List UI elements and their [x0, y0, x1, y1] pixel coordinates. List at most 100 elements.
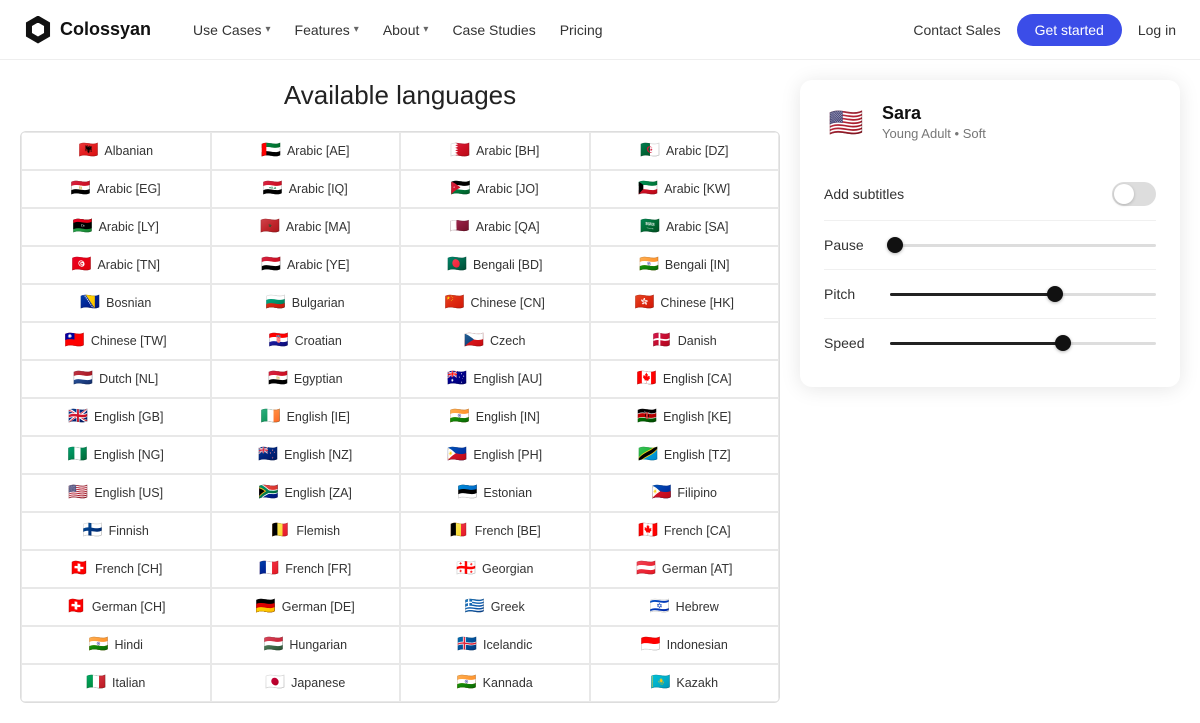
language-item[interactable]: 🇰🇿Kazakh — [590, 664, 780, 702]
nav-features[interactable]: Features ▾ — [285, 16, 369, 44]
language-item[interactable]: 🇮🇳Hindi — [21, 626, 211, 664]
language-item[interactable]: 🇾🇪Arabic [YE] — [211, 246, 401, 284]
language-item[interactable]: 🇵🇭English [PH] — [400, 436, 590, 474]
language-item[interactable]: 🇺🇸English [US] — [21, 474, 211, 512]
nav-right: Contact Sales Get started Log in — [913, 14, 1176, 46]
language-item[interactable]: 🇳🇬English [NG] — [21, 436, 211, 474]
speed-thumb[interactable] — [1055, 335, 1071, 351]
subtitles-row: Add subtitles — [824, 168, 1156, 221]
language-item[interactable]: 🇩🇿Arabic [DZ] — [590, 132, 780, 170]
language-item[interactable]: 🇨🇭German [CH] — [21, 588, 211, 626]
flag-icon: 🇬🇪 — [456, 561, 476, 577]
language-item[interactable]: 🇹🇳Arabic [TN] — [21, 246, 211, 284]
language-item[interactable]: 🇰🇼Arabic [KW] — [590, 170, 780, 208]
pause-thumb[interactable] — [887, 237, 903, 253]
language-label: Arabic [KW] — [664, 182, 730, 196]
language-label: Indonesian — [667, 638, 728, 652]
flag-icon: 🇮🇪 — [261, 409, 281, 425]
flag-icon: 🇪🇪 — [457, 485, 477, 501]
language-item[interactable]: 🇱🇾 Arabic [LY] — [21, 208, 211, 246]
language-item[interactable]: 🇰🇪English [KE] — [590, 398, 780, 436]
logo[interactable]: Colossyan — [24, 16, 151, 44]
language-item[interactable]: 🇬🇪Georgian — [400, 550, 590, 588]
language-item[interactable]: 🇦🇪Arabic [AE] — [211, 132, 401, 170]
language-item[interactable]: 🇨🇳Chinese [CN] — [400, 284, 590, 322]
flag-icon: 🇮🇳 — [89, 637, 109, 653]
language-item[interactable]: 🇮🇪English [IE] — [211, 398, 401, 436]
language-item[interactable]: 🇭🇷Croatian — [211, 322, 401, 360]
pause-slider[interactable] — [890, 244, 1156, 247]
language-item[interactable]: 🇵🇭Filipino — [590, 474, 780, 512]
flag-icon: 🇦🇪 — [261, 143, 281, 159]
language-item[interactable]: 🇮🇸Icelandic — [400, 626, 590, 664]
language-item[interactable]: 🇧🇦Bosnian — [21, 284, 211, 322]
flag-icon: 🇵🇭 — [447, 447, 467, 463]
language-item[interactable]: 🇧🇩Bengali [BD] — [400, 246, 590, 284]
language-label: Bengali [IN] — [665, 258, 730, 272]
language-item[interactable]: 🇧🇭Arabic [BH] — [400, 132, 590, 170]
nav-pricing[interactable]: Pricing — [550, 16, 613, 44]
language-item[interactable]: 🇨🇦English [CA] — [590, 360, 780, 398]
language-label: Arabic [LY] — [99, 220, 159, 234]
voice-card: 🇺🇸 Sara Young Adult • Soft Add subtitles… — [800, 80, 1180, 387]
nav-use-cases[interactable]: Use Cases ▾ — [183, 16, 281, 44]
flag-icon: 🇪🇬 — [268, 371, 288, 387]
contact-sales-link[interactable]: Contact Sales — [913, 22, 1000, 38]
language-label: Arabic [TN] — [97, 258, 160, 272]
language-label: English [KE] — [663, 410, 731, 424]
language-item[interactable]: 🇸🇦Arabic [SA] — [590, 208, 780, 246]
language-item[interactable]: 🇹🇼Chinese [TW] — [21, 322, 211, 360]
nav-about[interactable]: About ▾ — [373, 16, 439, 44]
language-item[interactable]: 🇨🇿Czech — [400, 322, 590, 360]
login-link[interactable]: Log in — [1138, 22, 1176, 38]
flag-icon: 🇨🇭 — [69, 561, 89, 577]
pitch-slider[interactable] — [890, 293, 1156, 296]
language-item[interactable]: 🇮🇹Italian — [21, 664, 211, 702]
language-item[interactable]: 🇧🇪Flemish — [211, 512, 401, 550]
language-item[interactable]: 🇳🇱Dutch [NL] — [21, 360, 211, 398]
subtitles-toggle[interactable] — [1112, 182, 1156, 206]
nav-case-studies[interactable]: Case Studies — [442, 16, 545, 44]
language-item[interactable]: 🇪🇬Arabic [EG] — [21, 170, 211, 208]
language-item[interactable]: 🇮🇶Arabic [IQ] — [211, 170, 401, 208]
language-item[interactable]: 🇫🇷French [FR] — [211, 550, 401, 588]
language-label: Finnish — [109, 524, 149, 538]
language-item[interactable]: 🇭🇺Hungarian — [211, 626, 401, 664]
flag-icon: 🇳🇬 — [68, 447, 88, 463]
language-item[interactable]: 🇭🇰Chinese [HK] — [590, 284, 780, 322]
language-item[interactable]: 🇪🇬Egyptian — [211, 360, 401, 398]
language-item[interactable]: 🇮🇳Bengali [IN] — [590, 246, 780, 284]
language-item[interactable]: 🇦🇱Albanian — [21, 132, 211, 170]
nav-links: Use Cases ▾ Features ▾ About ▾ Case Stud… — [183, 16, 913, 44]
language-item[interactable]: 🇩🇰Danish — [590, 322, 780, 360]
language-item[interactable]: 🇦🇹German [AT] — [590, 550, 780, 588]
language-item[interactable]: 🇧🇪French [BE] — [400, 512, 590, 550]
language-item[interactable]: 🇨🇭French [CH] — [21, 550, 211, 588]
language-item[interactable]: 🇮🇱Hebrew — [590, 588, 780, 626]
speed-slider[interactable] — [890, 342, 1156, 345]
language-item[interactable]: 🇿🇦English [ZA] — [211, 474, 401, 512]
pitch-thumb[interactable] — [1047, 286, 1063, 302]
language-item[interactable]: 🇪🇪Estonian — [400, 474, 590, 512]
language-item[interactable]: 🇯🇴Arabic [JO] — [400, 170, 590, 208]
language-item[interactable]: 🇯🇵Japanese — [211, 664, 401, 702]
language-item[interactable]: 🇮🇳English [IN] — [400, 398, 590, 436]
language-item[interactable]: 🇮🇩Indonesian — [590, 626, 780, 664]
language-item[interactable]: 🇦🇺English [AU] — [400, 360, 590, 398]
language-item[interactable]: 🇮🇳Kannada — [400, 664, 590, 702]
language-label: Hebrew — [676, 600, 719, 614]
flag-icon: 🇶🇦 — [450, 219, 470, 235]
language-item[interactable]: 🇹🇿English [TZ] — [590, 436, 780, 474]
language-item[interactable]: 🇧🇬Bulgarian — [211, 284, 401, 322]
language-item[interactable]: 🇫🇮Finnish — [21, 512, 211, 550]
language-item[interactable]: 🇬🇷Greek — [400, 588, 590, 626]
language-item[interactable]: 🇲🇦Arabic [MA] — [211, 208, 401, 246]
flag-icon: 🇺🇸 — [68, 485, 88, 501]
language-item[interactable]: 🇩🇪German [DE] — [211, 588, 401, 626]
get-started-button[interactable]: Get started — [1017, 14, 1122, 46]
language-item[interactable]: 🇶🇦Arabic [QA] — [400, 208, 590, 246]
language-item[interactable]: 🇳🇿English [NZ] — [211, 436, 401, 474]
flag-icon: 🇱🇾 — [73, 219, 93, 235]
language-item[interactable]: 🇬🇧English [GB] — [21, 398, 211, 436]
language-item[interactable]: 🇨🇦French [CA] — [590, 512, 780, 550]
